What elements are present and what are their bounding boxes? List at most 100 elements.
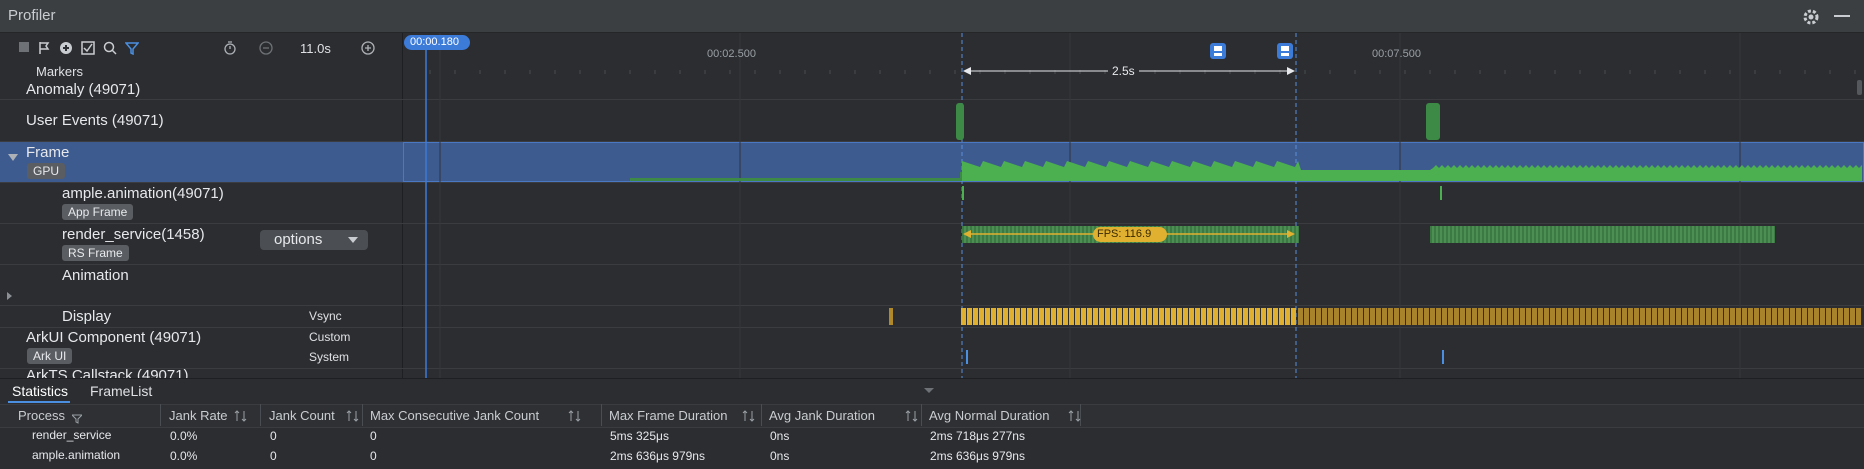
vsync-bar bbox=[1340, 308, 1345, 325]
vsync-bar bbox=[1189, 308, 1194, 325]
vsync-bar bbox=[1784, 308, 1789, 325]
vsync-bar bbox=[1682, 308, 1687, 325]
expand-triangle-icon[interactable] bbox=[8, 149, 18, 167]
col-sep bbox=[921, 404, 922, 426]
vsync-bar bbox=[1424, 308, 1429, 325]
save-marker-icon[interactable] bbox=[1210, 43, 1226, 64]
sort-icon[interactable] bbox=[568, 409, 582, 427]
rs-frame-stripe bbox=[1632, 226, 1634, 243]
rs-frame-stripe bbox=[1484, 226, 1486, 243]
vsync-bar bbox=[1442, 308, 1447, 325]
vsync-bar bbox=[1358, 308, 1363, 325]
timeline[interactable] bbox=[403, 33, 1864, 378]
minimize-icon[interactable] bbox=[1834, 15, 1850, 17]
vsync-bar bbox=[1039, 308, 1044, 325]
vsync-bar bbox=[1273, 308, 1278, 325]
cursor-time: 00:00.180 bbox=[410, 36, 459, 48]
vsync-bar bbox=[1406, 308, 1411, 325]
vsync-bar bbox=[1207, 308, 1212, 325]
sort-icon[interactable] bbox=[1068, 409, 1082, 427]
vsync-bar bbox=[1081, 308, 1086, 325]
marker-add-icon[interactable] bbox=[58, 41, 74, 57]
rs-frame-stripe bbox=[1464, 226, 1466, 243]
arkts-label: ArkTS Callstack (49071) bbox=[26, 369, 189, 378]
expand-right-icon[interactable] bbox=[7, 287, 13, 305]
rs-frame-stripe bbox=[1744, 226, 1746, 243]
rs-frame-stripe bbox=[1748, 226, 1750, 243]
vsync-bar bbox=[1628, 308, 1633, 325]
flag-icon[interactable] bbox=[36, 41, 52, 57]
vsync-bar bbox=[1754, 308, 1759, 325]
rs-frame-stripe bbox=[1772, 226, 1774, 243]
user-event-mark bbox=[956, 103, 964, 140]
vsync-bar bbox=[1700, 308, 1705, 325]
rs-frame-stripe bbox=[1700, 226, 1702, 243]
save-marker-icon-2[interactable] bbox=[1277, 43, 1293, 64]
rs-frame-stripe bbox=[1696, 226, 1698, 243]
vsync-bar bbox=[1135, 308, 1140, 325]
sort-icon[interactable] bbox=[742, 409, 756, 427]
sort-icon[interactable] bbox=[346, 409, 360, 427]
col-process[interactable]: Process bbox=[18, 406, 65, 426]
filter-icon[interactable] bbox=[124, 41, 140, 57]
vsync-bar bbox=[1412, 308, 1417, 325]
vsync-bar bbox=[1087, 308, 1092, 325]
vsync-bar bbox=[1249, 308, 1254, 325]
stop-icon[interactable] bbox=[16, 41, 32, 57]
settings-gear-icon[interactable] bbox=[1802, 8, 1820, 25]
vsync-bar bbox=[1436, 308, 1441, 325]
frame-label: Frame bbox=[26, 144, 70, 161]
vsync-bar bbox=[1610, 308, 1615, 325]
rs-frame-stripe bbox=[1604, 226, 1606, 243]
vsync-bar bbox=[1352, 308, 1357, 325]
arrow-left bbox=[963, 67, 971, 75]
rs-frame-stripe bbox=[1656, 226, 1658, 243]
render-label: render_service(1458) bbox=[62, 226, 205, 243]
chevron-down-icon bbox=[348, 237, 358, 243]
vsync-bar bbox=[1598, 308, 1603, 325]
rs-frame-stripe bbox=[1532, 226, 1534, 243]
options-dropdown[interactable]: options bbox=[260, 230, 368, 250]
tab-statistics[interactable]: Statistics bbox=[12, 383, 68, 399]
vsync-bar bbox=[1141, 308, 1146, 325]
col-max-frame-duration[interactable]: Max Frame Duration bbox=[609, 406, 727, 426]
gpu-chip: GPU bbox=[27, 163, 66, 179]
vsync-bar bbox=[1261, 308, 1266, 325]
col-max-consecutive[interactable]: Max Consecutive Jank Count bbox=[370, 406, 539, 426]
sort-icon[interactable] bbox=[905, 409, 919, 427]
process-filter-icon[interactable] bbox=[70, 411, 84, 429]
checklist-icon[interactable] bbox=[80, 41, 96, 57]
vsync-bar bbox=[1730, 308, 1735, 325]
rs-frame-stripe bbox=[1620, 226, 1622, 243]
vsync-bar bbox=[961, 308, 966, 325]
vsync-bar bbox=[1820, 308, 1825, 325]
zoom-in-icon[interactable] bbox=[360, 41, 376, 57]
vsync-bar bbox=[1502, 308, 1507, 325]
rs-frame-stripe bbox=[1480, 226, 1482, 243]
collapse-handle-icon[interactable] bbox=[924, 381, 936, 399]
rs-frame-stripe bbox=[1660, 226, 1662, 243]
vsync-bar bbox=[1165, 308, 1170, 325]
rs-frame-stripe bbox=[1488, 226, 1490, 243]
vsync-bar bbox=[1568, 308, 1573, 325]
col-avg-normal[interactable]: Avg Normal Duration bbox=[929, 406, 1049, 426]
sort-icon[interactable] bbox=[234, 409, 248, 427]
col-avg-jank[interactable]: Avg Jank Duration bbox=[769, 406, 875, 426]
options-label: options bbox=[274, 231, 323, 248]
search-icon[interactable] bbox=[102, 41, 118, 57]
rs-frame-stripe bbox=[1504, 226, 1506, 243]
vsync-bar bbox=[1460, 308, 1465, 325]
col-jank-count[interactable]: Jank Count bbox=[269, 406, 335, 426]
rs-frame-stripe bbox=[1752, 226, 1754, 243]
timer-icon[interactable] bbox=[222, 41, 238, 57]
rs-frame-stripe bbox=[1704, 226, 1706, 243]
vsync-bar bbox=[1790, 308, 1795, 325]
rs-frame-stripe bbox=[1600, 226, 1602, 243]
vsync-bar bbox=[1454, 308, 1459, 325]
vsync-bar bbox=[1592, 308, 1597, 325]
rs-frame-stripe bbox=[1468, 226, 1470, 243]
zoom-out-icon[interactable] bbox=[258, 41, 274, 57]
col-jank-rate[interactable]: Jank Rate bbox=[169, 406, 228, 426]
rs-frame-stripe bbox=[1732, 226, 1734, 243]
tab-framelist[interactable]: FrameList bbox=[90, 383, 152, 399]
